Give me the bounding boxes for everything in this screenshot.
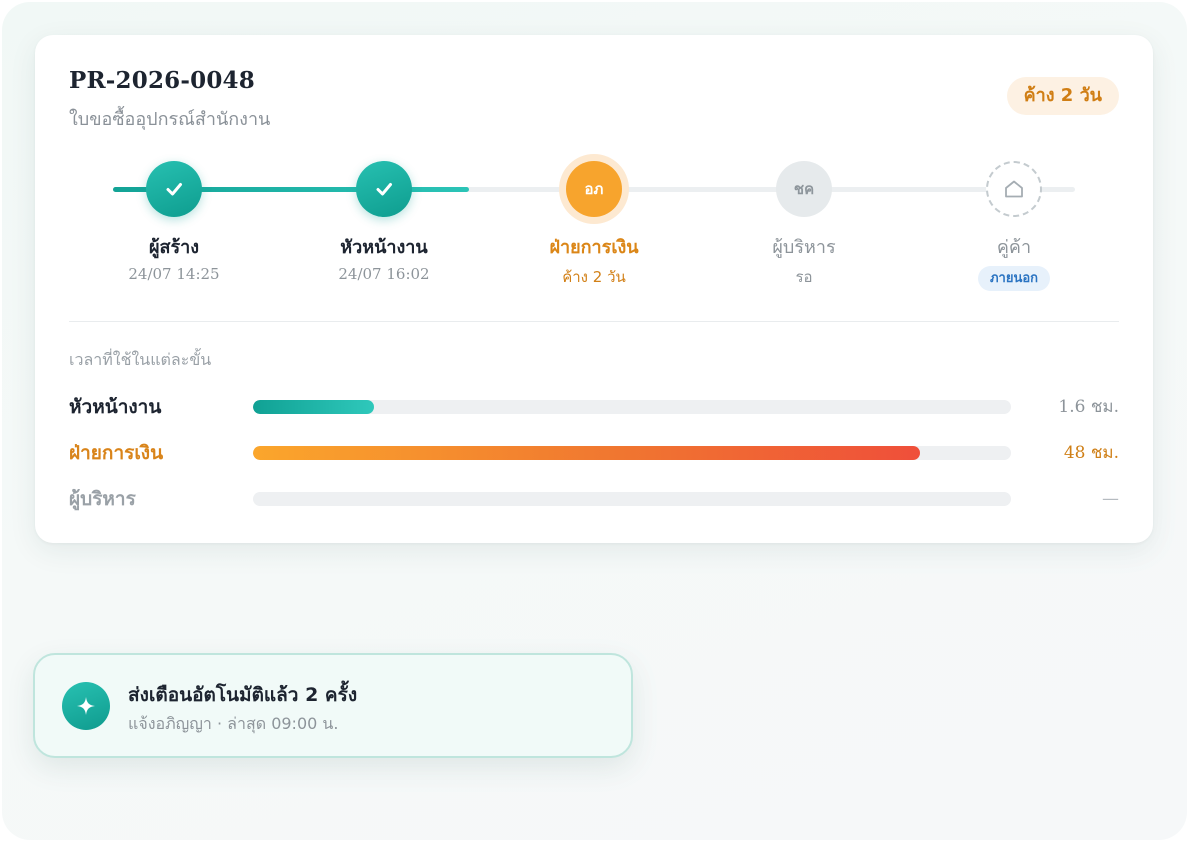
step-supervisor[interactable]: หัวหน้างาน 24/07 16:02 (304, 161, 464, 283)
step-executive[interactable]: ชค ผู้บริหาร รอ (724, 161, 884, 289)
duration-bar-fill (253, 446, 921, 460)
notice-title: ส่งเตือนอัตโนมัติแล้ว 2 ครั้ง (128, 684, 358, 706)
notice-subtitle: แจ้งอภิญญา · ล่าสุด 09:00 น. (128, 714, 339, 733)
purchase-request-card: PR-2026-0048 ใบขอซื้ออุปกรณ์สำนักงาน ค้า… (35, 35, 1153, 543)
duration-bar-fill (253, 400, 375, 414)
check-icon (376, 183, 392, 196)
step-timestamp: 24/07 16:02 (338, 265, 430, 283)
step-status: รอ (795, 268, 813, 286)
step-node (146, 161, 202, 217)
pending-badge: ค้าง 2 วัน (1006, 77, 1119, 115)
step-timestamp: 24/07 14:25 (128, 265, 220, 283)
durations-label: เวลาที่ใช้ในแต่ละขั้น (69, 350, 212, 369)
step-vendor[interactable]: คู่ค้า ภายนอก (934, 161, 1094, 291)
step-node-avatar: อภ (566, 161, 622, 217)
auto-reminder-notice[interactable]: ส่งเตือนอัตโนมัติแล้ว 2 ครั้ง แจ้งอภิญญา… (33, 653, 633, 758)
step-node (986, 161, 1042, 217)
step-node-avatar: ชค (776, 161, 832, 217)
step-title: ผู้สร้าง (148, 237, 200, 258)
step-node (356, 161, 412, 217)
step-title: ฝ่ายการเงิน (549, 237, 639, 258)
request-description: ใบขอซื้ออุปกรณ์สำนักงาน (69, 109, 271, 130)
section-divider (69, 321, 1119, 322)
duration-row-value: — (1102, 489, 1119, 509)
duration-row-value: 1.6 ชม. (1058, 397, 1119, 417)
step-title: ผู้บริหาร (772, 237, 836, 258)
step-title: หัวหน้างาน (340, 237, 428, 258)
duration-row-value: 48 ชม. (1063, 443, 1119, 463)
duration-row: ฝ่ายการเงิน 48 ชม. (69, 438, 1119, 468)
house-icon (1005, 180, 1023, 198)
duration-row-label: ผู้บริหาร (69, 488, 136, 510)
step-finance[interactable]: อภ ฝ่ายการเงิน ค้าง 2 วัน (514, 161, 674, 289)
external-badge: ภายนอก (977, 266, 1051, 291)
duration-bar-track (253, 492, 1011, 506)
step-creator[interactable]: ผู้สร้าง 24/07 14:25 (94, 161, 254, 283)
duration-row: ผู้บริหาร — (69, 484, 1119, 514)
duration-bar-track (253, 446, 1011, 460)
duration-row: หัวหน้างาน 1.6 ชม. (69, 392, 1119, 422)
check-icon (166, 183, 182, 196)
duration-row-label: หัวหน้างาน (69, 396, 162, 418)
step-status: ค้าง 2 วัน (562, 268, 626, 286)
step-title: คู่ค้า (996, 237, 1032, 258)
duration-bar-track (253, 400, 1011, 414)
duration-row-label: ฝ่ายการเงิน (69, 442, 164, 464)
request-id: PR-2026-0048 (69, 67, 255, 94)
sparkle-icon (62, 682, 110, 730)
sparkle-glyph (77, 697, 95, 715)
